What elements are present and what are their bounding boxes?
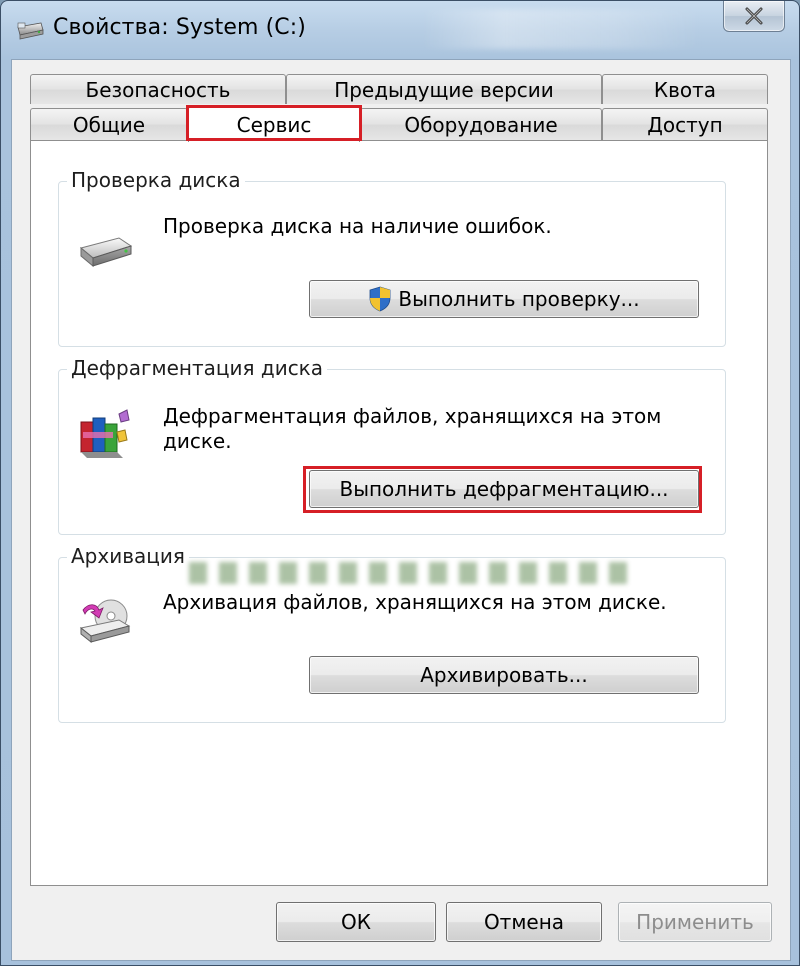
- apply-button[interactable]: Применить: [618, 902, 772, 942]
- defrag-icon: [80, 409, 130, 458]
- check-disk-description: Проверка диска на наличие ошибок.: [163, 214, 552, 238]
- button-label: Применить: [636, 910, 754, 934]
- cancel-button[interactable]: Отмена: [446, 902, 602, 942]
- tab-hardware[interactable]: Оборудование: [360, 108, 602, 140]
- tab-label: Оборудование: [404, 112, 558, 137]
- group-title: Дефрагментация диска: [67, 356, 328, 380]
- backup-icon: [79, 599, 131, 644]
- tab-label: Квота: [653, 77, 717, 102]
- check-disk-group: Проверка диска Проверка диска на наличие…: [58, 168, 726, 347]
- group-title: Проверка диска: [67, 168, 245, 192]
- tab-label: Безопасность: [85, 77, 231, 102]
- tab-label: Доступ: [647, 112, 723, 137]
- button-label: Выполнить проверку...: [398, 287, 640, 311]
- button-label: Архивировать...: [420, 663, 588, 687]
- tab-label: Общие: [72, 112, 146, 137]
- backup-group: Архивация Архивация файлов, хранящихся н…: [58, 544, 726, 723]
- ok-button[interactable]: ОК: [276, 902, 436, 942]
- properties-window: Свойства: System (C:) Безопасность Преды…: [0, 0, 800, 966]
- tab-quota[interactable]: Квота: [602, 74, 768, 104]
- tab-security[interactable]: Безопасность: [30, 74, 286, 104]
- tab-label: Сервис: [236, 112, 312, 137]
- hard-drive-icon: [79, 237, 133, 268]
- button-label: ОК: [341, 910, 371, 934]
- title-bar[interactable]: Свойства: System (C:): [1, 1, 799, 59]
- tab-previous-versions[interactable]: Предыдущие версии: [286, 74, 602, 104]
- background-blur: [189, 562, 629, 584]
- group-title: Архивация: [67, 544, 189, 568]
- tab-general[interactable]: Общие: [30, 108, 188, 140]
- backup-description: Архивация файлов, хранящихся на этом дис…: [163, 590, 667, 614]
- close-icon: [745, 7, 763, 25]
- run-defrag-button[interactable]: Выполнить дефрагментацию...: [309, 470, 699, 508]
- close-button[interactable]: [723, 1, 785, 32]
- defrag-group: Дефрагментация диска Дефрагментация файл…: [58, 356, 726, 535]
- uac-shield-icon: [369, 286, 391, 312]
- defrag-description: Дефрагментация файлов, хранящихся на это…: [163, 404, 662, 453]
- drive-icon: [17, 22, 44, 40]
- tab-sharing[interactable]: Доступ: [602, 108, 768, 140]
- backup-button[interactable]: Архивировать...: [309, 656, 699, 694]
- service-tab-panel: Проверка диска Проверка диска на наличие…: [30, 140, 768, 886]
- window-title: Свойства: System (C:): [53, 15, 306, 40]
- tab-label: Предыдущие версии: [334, 77, 554, 102]
- button-label: Выполнить дефрагментацию...: [339, 477, 669, 501]
- dialog-client-area: Безопасность Предыдущие версии Квота Общ…: [11, 59, 791, 961]
- run-check-button[interactable]: Выполнить проверку...: [309, 280, 699, 318]
- button-label: Отмена: [483, 910, 565, 934]
- tab-service[interactable]: Сервис: [188, 106, 360, 142]
